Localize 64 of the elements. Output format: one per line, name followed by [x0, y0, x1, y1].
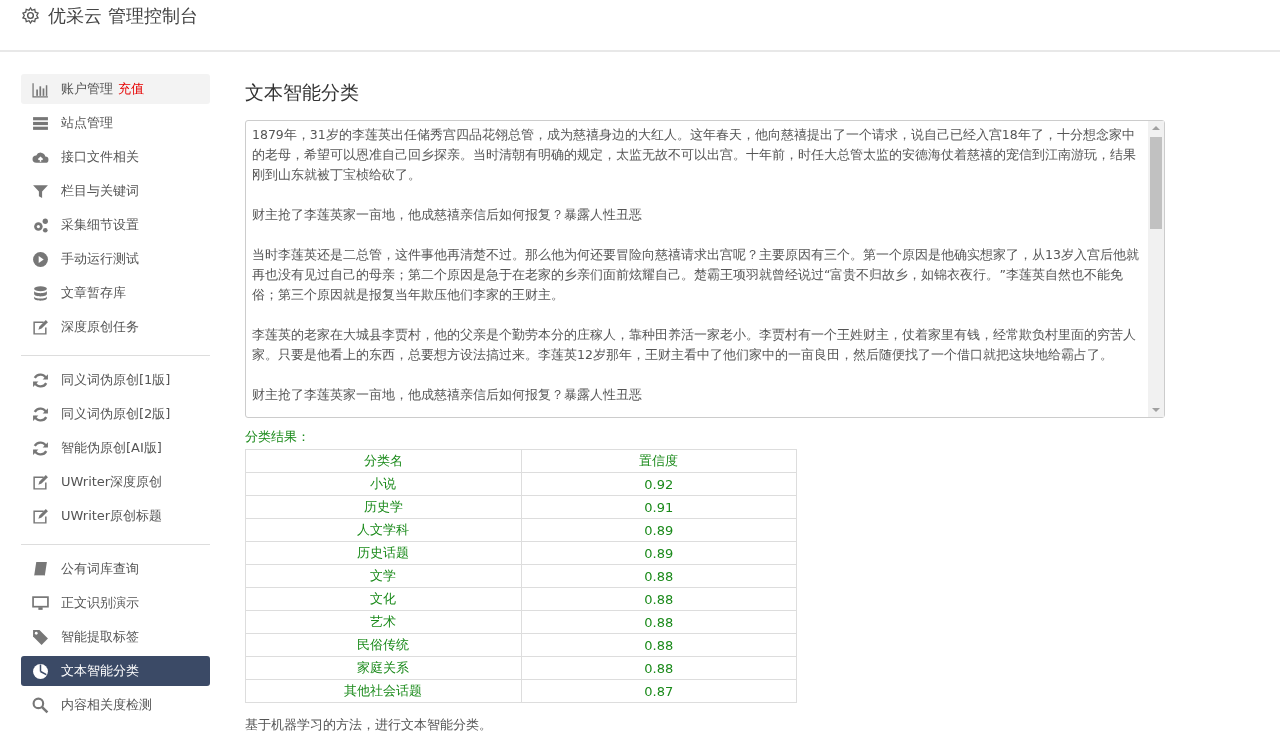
refresh-icon — [32, 405, 49, 423]
table-cell: 0.88 — [521, 564, 797, 588]
sidebar-item[interactable]: 接口文件相关 — [21, 142, 210, 172]
refresh-icon — [32, 371, 49, 389]
scroll-down-icon[interactable] — [1152, 407, 1160, 413]
sidebar-item[interactable]: 文本智能分类 — [21, 656, 210, 686]
tag-icon — [32, 628, 49, 646]
table-cell: 其他社会话题 — [245, 679, 521, 703]
sidebar-item[interactable]: 内容相关度检测 — [21, 690, 210, 720]
column-header: 分类名 — [245, 449, 521, 473]
sidebar-item[interactable]: 智能提取标签 — [21, 622, 210, 652]
sidebar-item[interactable]: 站点管理 — [21, 108, 210, 138]
edit-icon — [32, 507, 49, 525]
sidebar-item[interactable]: UWriter深度原创 — [21, 467, 210, 497]
database-icon — [32, 284, 49, 302]
sidebar-item[interactable]: 文章暂存库 — [21, 278, 210, 308]
play-icon — [32, 250, 49, 268]
description-text: 基于机器学习的方法，进行文本智能分类。 — [245, 716, 493, 734]
sidebar-item[interactable]: UWriter原创标题 — [21, 501, 210, 531]
search-icon — [32, 696, 49, 714]
chart-icon — [32, 80, 49, 98]
sidebar-item[interactable]: 手动运行测试 — [21, 244, 210, 274]
refresh-icon — [32, 439, 49, 457]
table-cell: 0.89 — [521, 518, 797, 542]
server-icon — [32, 114, 49, 132]
table-cell: 0.88 — [521, 633, 797, 657]
edit-icon — [32, 473, 49, 491]
sidebar-item[interactable]: 公有词库查询 — [21, 554, 210, 584]
sidebar-item[interactable]: 账户管理 充值 — [21, 74, 210, 104]
table-cell: 0.88 — [521, 587, 797, 611]
table-cell: 0.92 — [521, 472, 797, 496]
sidebar-item[interactable]: 同义词伪原创[1版] — [21, 365, 210, 395]
table-cell: 历史话题 — [245, 541, 521, 565]
table-cell: 民俗传统 — [245, 633, 521, 657]
scrollbar[interactable] — [1148, 121, 1164, 417]
console-title: 优采云 管理控制台 — [48, 4, 198, 28]
scroll-up-icon[interactable] — [1152, 125, 1160, 131]
sidebar-item[interactable]: 同义词伪原创[2版] — [21, 399, 210, 429]
edit-icon — [32, 318, 49, 336]
result-label: 分类结果： — [245, 428, 311, 446]
table-cell: 小说 — [245, 472, 521, 496]
page-title: 文本智能分类 — [245, 80, 360, 105]
table-cell: 0.88 — [521, 656, 797, 680]
table-cell: 文学 — [245, 564, 521, 588]
sidebar-item[interactable]: 采集细节设置 — [21, 210, 210, 240]
text-area[interactable]: 1879年，31岁的李莲英出任储秀宫四品花翎总管，成为慈禧身边的大红人。这年春天，他向慈禧提出了一个请求，说自己已经入宫18年了，十分想念家中的老母，希望可以恩准自己回乡探亲。当时清朝有明确的规定，太监无故不可以出宫。十年前，时任大总管太监的安德海仗着慈禧的宠信到江南游玩，结果刚到山东就被丁宝桢给砍了。 财主抢了李莲英家一亩地，他成慈禧亲信后如何报复？暴露人性丑恶 当时李莲英还是二总管，这件事他再清楚不过。那么他为何还要冒险向慈禧请求出宫呢？主要原因有三个。第一个原因是他确实想家了，从13岁入宫后他就再也没有见过自己的母亲；第二个原因是急于在老家的乡亲们面前炫耀自己。楚霸王项羽就曾经说过“富贵不归故乡，如锦衣夜行。”李莲英自然也不能免俗；第三个原因就是报复当年欺压他们李家的王财主。 李莲英的老家在大城县李贾村，他的父亲是个勤劳本分的庄稼人，靠种田养活一家老小。李贾村有一个王姓财主，仗着家里有钱，经常欺负村里面的穷苦人家。只要是他看上的东西，总要想方设法搞过来。李莲英12岁那年，王财主看中了他们家中的一亩良田，然后随便找了一个借口就把这块地给霸占了。 财主抢了李莲英家一亩地，他成慈禧亲信后如何报复？暴露人性丑恶 — [245, 120, 1165, 418]
table-cell: 艺术 — [245, 610, 521, 634]
table-cell: 家庭关系 — [245, 656, 521, 680]
table-cell: 0.87 — [521, 679, 797, 703]
table-cell: 0.91 — [521, 495, 797, 519]
scroll-thumb[interactable] — [1150, 137, 1162, 229]
sidebar-item[interactable]: 智能伪原创[AI版] — [21, 433, 210, 463]
table-cell: 历史学 — [245, 495, 521, 519]
column-header: 置信度 — [521, 449, 797, 473]
table-cell: 0.89 — [521, 541, 797, 565]
filter-icon — [32, 182, 49, 200]
table-cell: 人文学科 — [245, 518, 521, 542]
sidebar-item[interactable]: 深度原创任务 — [21, 312, 210, 342]
table-cell: 0.88 — [521, 610, 797, 634]
sidebar-item[interactable]: 正文识别演示 — [21, 588, 210, 618]
monitor-icon — [32, 594, 49, 612]
sidebar-item[interactable]: 栏目与关键词 — [21, 176, 210, 206]
table-cell: 文化 — [245, 587, 521, 611]
settings-icon — [21, 6, 40, 25]
